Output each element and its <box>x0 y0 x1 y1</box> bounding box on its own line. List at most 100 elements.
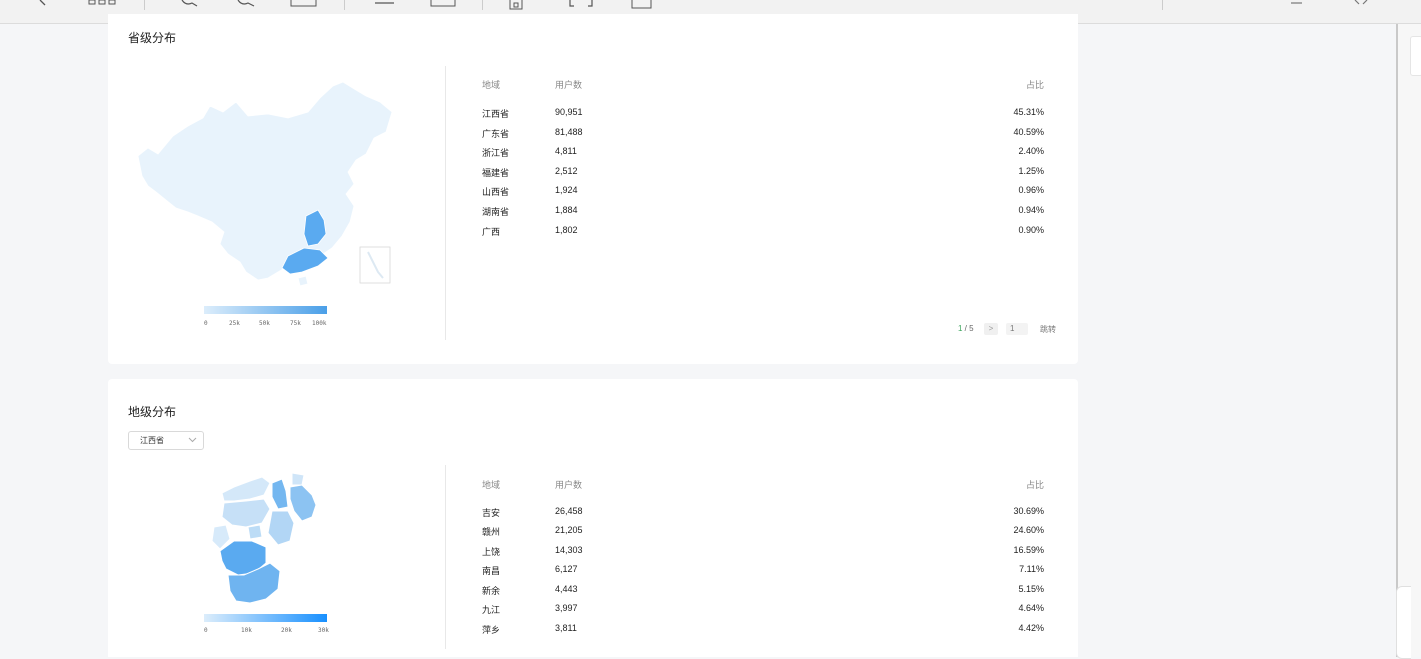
zoom-out-icon[interactable] <box>236 0 256 8</box>
chevron-down-icon <box>188 437 197 443</box>
chevron-right-icon[interactable] <box>38 0 50 6</box>
legend-label: 25k <box>229 320 240 327</box>
table-row: 浙江省 4,811 2.40% <box>482 146 1044 158</box>
province-distribution-card: 省级分布 0 25k 50k 75k 100k 地域 用户数 占比 江西省 90,… <box>108 14 1078 364</box>
header-region: 地域 <box>482 80 501 90</box>
table-row: 上饶 14,303 16.59% <box>482 545 1044 557</box>
bracket-icon[interactable] <box>568 0 594 8</box>
cell-region: 九江 <box>482 605 501 615</box>
card-title: 省级分布 <box>128 31 177 45</box>
cell-users: 3,811 <box>555 623 577 633</box>
table-row: 萍乡 3,811 4.42% <box>482 623 1044 635</box>
province-table: 地域 用户数 占比 江西省 90,951 45.31% 广东省 81,488 40.59… <box>482 78 1044 248</box>
cell-users: 1,884 <box>555 205 578 215</box>
cell-users: 14,303 <box>555 545 583 555</box>
pagination-status: 1 / 5 <box>958 324 974 333</box>
page-icon[interactable] <box>374 0 396 6</box>
map-region-jingdezhen <box>291 472 305 486</box>
toolbar-divider <box>482 0 483 10</box>
cell-ratio: 2.40% <box>1018 146 1044 156</box>
map-region-hainan <box>297 275 309 287</box>
cell-users: 1,802 <box>555 225 578 235</box>
cell-region: 广东省 <box>482 129 510 139</box>
table-row: 吉安 26,458 30.69% <box>482 506 1044 518</box>
pagination-total: 5 <box>969 324 974 333</box>
cell-users: 81,488 <box>555 127 583 137</box>
table-row: 广东省 81,488 40.59% <box>482 127 1044 139</box>
pagination: 1 / 5 > 1 跳转 <box>958 323 1058 337</box>
toolbar-divider <box>144 0 145 10</box>
grid-icon[interactable] <box>88 0 118 6</box>
header-ratio: 占比 <box>1025 80 1044 90</box>
legend-label: 50k <box>259 320 270 327</box>
table-row: 九江 3,997 4.64% <box>482 603 1044 615</box>
cell-region: 山西省 <box>482 187 510 197</box>
bookmark-icon[interactable] <box>509 0 523 10</box>
cell-ratio: 5.15% <box>1018 584 1044 594</box>
page-view-icon[interactable] <box>290 0 318 8</box>
header-users: 用户数 <box>555 80 583 90</box>
map-region-jiujiang <box>221 476 271 502</box>
header-users: 用户数 <box>555 480 583 490</box>
legend-label: 0 <box>204 320 208 327</box>
china-map[interactable] <box>128 76 398 291</box>
cell-region: 萍乡 <box>482 625 501 635</box>
cell-region: 广西 <box>482 227 501 237</box>
cell-users: 3,997 <box>555 603 578 613</box>
city-distribution-card: 地级分布 江西省 0 10k 20k 30k 地域 用户数 占比 吉安 26,45… <box>108 379 1078 657</box>
legend-label: 20k <box>281 627 292 634</box>
cell-ratio: 45.31% <box>1013 107 1044 117</box>
scrollbar-track[interactable] <box>1398 24 1421 657</box>
south-sea-islands <box>367 251 384 279</box>
cell-ratio: 24.60% <box>1013 525 1044 535</box>
scrollbar-thumb[interactable] <box>1410 36 1421 76</box>
close-icon[interactable] <box>1354 0 1368 6</box>
legend-label: 10k <box>241 627 252 634</box>
pagination-jump-button[interactable]: 跳转 <box>1040 324 1056 335</box>
cell-users: 4,811 <box>555 146 577 156</box>
cell-ratio: 16.59% <box>1013 545 1044 555</box>
table-header: 地域 用户数 占比 <box>482 78 1044 90</box>
cell-ratio: 0.94% <box>1018 205 1044 215</box>
pagination-page-input[interactable]: 1 <box>1006 323 1028 335</box>
header-ratio: 占比 <box>1025 480 1044 490</box>
cell-users: 21,205 <box>555 525 583 535</box>
legend-label: 75k <box>290 320 301 327</box>
province-select[interactable]: 江西省 <box>128 431 204 450</box>
cell-region: 赣州 <box>482 527 501 537</box>
header-region: 地域 <box>482 480 501 490</box>
cell-ratio: 0.90% <box>1018 225 1044 235</box>
cell-region: 浙江省 <box>482 148 510 158</box>
side-panel-tab[interactable] <box>1396 586 1411 659</box>
cell-ratio: 1.25% <box>1018 166 1044 176</box>
cell-region: 江西省 <box>482 109 510 119</box>
cell-region: 新余 <box>482 586 501 596</box>
document-icon[interactable] <box>631 0 653 9</box>
jiangxi-map[interactable] <box>204 467 344 607</box>
cell-region: 湖南省 <box>482 207 510 217</box>
legend-label: 100k <box>312 320 327 327</box>
pagination-next-button[interactable]: > <box>984 323 998 335</box>
cell-users: 90,951 <box>555 107 583 117</box>
card-divider <box>445 66 446 340</box>
legend-label: 30k <box>318 627 329 634</box>
zoom-in-icon[interactable] <box>180 0 198 8</box>
cell-ratio: 30.69% <box>1013 506 1044 516</box>
cell-users: 2,512 <box>555 166 578 176</box>
table-row: 江西省 90,951 45.31% <box>482 107 1044 119</box>
map-legend-labels: 0 10k 20k 30k <box>204 627 330 635</box>
page-icon[interactable] <box>430 0 456 8</box>
china-map-mainland <box>137 81 393 281</box>
table-row: 福建省 2,512 1.25% <box>482 166 1044 178</box>
table-header: 地域 用户数 占比 <box>482 478 1044 490</box>
map-region-yichun <box>221 498 271 528</box>
cell-users: 6,127 <box>555 564 578 574</box>
minimize-icon[interactable] <box>1290 0 1304 6</box>
map-legend-bar <box>204 306 327 314</box>
cell-ratio: 4.64% <box>1018 603 1044 613</box>
table-row: 广西 1,802 0.90% <box>482 225 1044 237</box>
card-title: 地级分布 <box>128 405 177 419</box>
cell-region: 福建省 <box>482 168 510 178</box>
legend-label: 0 <box>204 627 208 634</box>
cell-ratio: 7.11% <box>1019 564 1044 574</box>
